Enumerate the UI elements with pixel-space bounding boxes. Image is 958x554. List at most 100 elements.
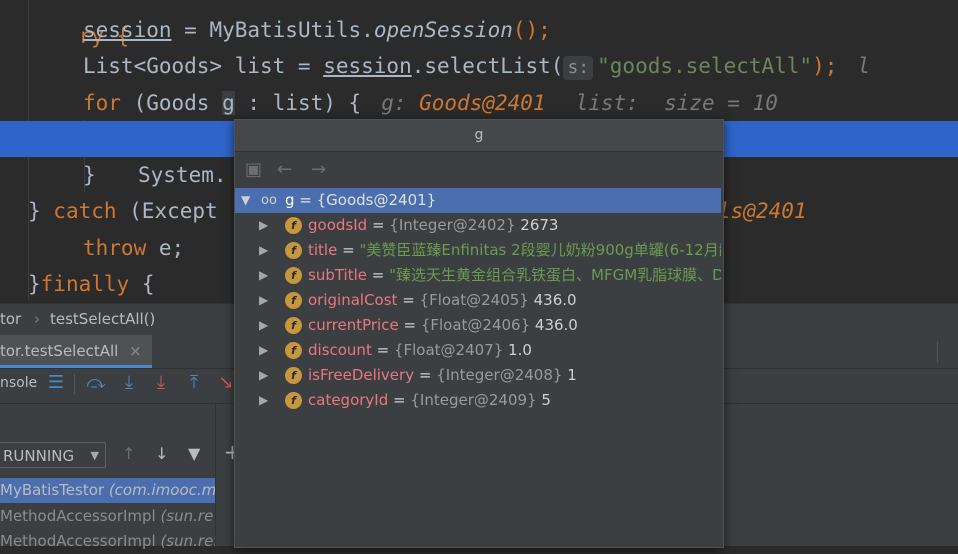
frame-row[interactable]: MethodAccessorImpl (sun.refl xyxy=(0,529,215,554)
step-out-icon[interactable]: ⤒ xyxy=(184,373,204,393)
field-type: {Integer@2408} xyxy=(436,366,563,384)
code-text: (Except xyxy=(116,199,218,223)
code-line-4[interactable]: for (Goods g : list) {g: Goods@2401 list:… xyxy=(83,85,778,121)
code-text: } xyxy=(28,199,54,223)
forward-arrow-icon[interactable]: → xyxy=(311,159,326,180)
code-line-2[interactable]: session = MyBatisUtils.openSession(); xyxy=(83,12,551,48)
up-arrow-icon[interactable]: ↑ xyxy=(122,444,135,463)
frame-class: (sun.re xyxy=(155,507,214,525)
method-name: openSession xyxy=(373,18,513,42)
tree-field-row[interactable]: ▶ f subTitle = "臻选天生黄金组合乳铁蛋白、MFGM乳脂球膜、D xyxy=(235,263,721,288)
field-label: originalCost = {Float@2405} 436.0 xyxy=(308,288,577,313)
tree-field-row[interactable]: ▶ f goodsId = {Integer@2402} 2673 xyxy=(235,213,721,238)
variable-inspector-popup[interactable]: g ▣ ← → ▼ oo g = {Goods@2401} ▶ f goodsId … xyxy=(234,119,724,548)
force-step-into-icon[interactable]: ⤓ xyxy=(151,373,171,393)
tree-field-row[interactable]: ▶ f discount = {Float@2407} 1.0 xyxy=(235,338,721,363)
field-type: {Float@2407} xyxy=(393,341,504,359)
inline-debug-value: ls@2401 xyxy=(718,199,807,223)
frame-method: MethodAccessorImpl xyxy=(0,507,156,525)
show-execution-point-icon[interactable]: ☰ xyxy=(46,373,66,393)
keyword-for: for xyxy=(83,91,121,115)
expand-icon[interactable]: ▶ xyxy=(259,288,268,313)
field-icon: f xyxy=(285,267,302,284)
code-line-6[interactable]: } xyxy=(83,157,96,193)
code-line-8[interactable]: throw e; xyxy=(83,230,184,266)
filter-icon[interactable]: ▼ xyxy=(188,444,200,463)
expand-icon[interactable]: ▶ xyxy=(259,213,268,238)
drop-frame-icon[interactable]: ↘ xyxy=(216,373,236,393)
frame-method: MyBatisTestor xyxy=(0,481,105,499)
watch-glasses-icon: oo xyxy=(261,193,277,208)
tree-field-row[interactable]: ▶ f isFreeDelivery = {Integer@2408} 1 xyxy=(235,363,721,388)
console-tab[interactable]: nsole xyxy=(0,375,37,391)
field-type: {Integer@2409} xyxy=(410,391,537,409)
field-value: "臻选天生黄金组合乳铁蛋白、MFGM乳脂球膜、D xyxy=(389,266,721,284)
breadcrumb-method[interactable]: testSelectAll() xyxy=(50,304,155,335)
field-eq: = xyxy=(398,316,421,334)
frame-row[interactable]: MyBatisTestor (com.imooc.my xyxy=(0,478,215,503)
field-icon: f xyxy=(285,242,302,259)
inline-debug-hint: l xyxy=(857,54,871,78)
code-text: (Goods xyxy=(120,91,223,115)
field-name: goodsId xyxy=(308,216,368,234)
collapse-icon[interactable]: ▼ xyxy=(241,188,250,213)
root-value: = {Goods@2401} xyxy=(294,191,437,209)
code-line-9[interactable]: }finally { xyxy=(28,266,154,302)
tree-field-row[interactable]: ▶ f title = "美赞臣蓝臻Enfinitas 2段婴儿奶粉900g单罐(6… xyxy=(235,238,721,263)
tree-root-row[interactable]: ▼ oo g = {Goods@2401} xyxy=(235,188,721,213)
expand-icon[interactable]: ▶ xyxy=(259,263,268,288)
code-line-7[interactable]: } catch (Except xyxy=(28,193,218,229)
inline-debug-value: Goods@2401 xyxy=(419,91,546,115)
popup-title[interactable]: g xyxy=(235,120,723,152)
expand-icon[interactable]: ▶ xyxy=(259,363,268,388)
expand-icon[interactable]: ▶ xyxy=(259,338,268,363)
field-label: isFreeDelivery = {Integer@2408} 1 xyxy=(308,363,577,388)
field-value: 436.0 xyxy=(533,291,577,309)
tree-field-row[interactable]: ▶ f currentPrice = {Float@2406} 436.0 xyxy=(235,313,721,338)
field-value: 1 xyxy=(567,366,577,384)
tree-field-row[interactable]: ▶ f originalCost = {Float@2405} 436.0 xyxy=(235,288,721,313)
step-into-icon[interactable]: ⤓ xyxy=(119,373,139,393)
field-eq: = xyxy=(367,266,390,284)
code-line-3[interactable]: List<Goods> list = session.selectList(s:… xyxy=(83,48,870,84)
field-value: "美赞臣蓝臻Enfinitas 2段婴儿奶粉900g单罐(6-12月龄 xyxy=(359,241,721,259)
tree-field-row[interactable]: ▶ f categoryId = {Integer@2409} 5 xyxy=(235,388,721,413)
frames-toolbar: RUNNING ▼ ↑ ↓ ▼ + xyxy=(0,436,241,474)
field-icon: f xyxy=(285,392,302,409)
field-value: 1.0 xyxy=(508,341,532,359)
field-label: discount = {Float@2407} 1.0 xyxy=(308,338,532,363)
field-name: subTitle xyxy=(308,266,367,284)
code-punct: (); xyxy=(512,18,551,42)
field-label: subTitle = "臻选天生黄金组合乳铁蛋白、MFGM乳脂球膜、D xyxy=(308,263,721,288)
root-name: g xyxy=(285,191,295,209)
code-text: : list) { xyxy=(234,91,362,115)
thread-select[interactable]: RUNNING ▼ xyxy=(0,442,106,468)
field-eq: = xyxy=(371,341,394,359)
step-over-icon[interactable]: ⤼ xyxy=(86,373,106,393)
field-name: isFreeDelivery xyxy=(308,366,415,384)
field-icon: f xyxy=(285,292,302,309)
field-eq: = xyxy=(414,366,437,384)
expand-icon[interactable]: ▶ xyxy=(259,313,268,338)
expand-icon[interactable]: ▶ xyxy=(259,388,268,413)
code-text: e; xyxy=(146,236,185,260)
field-label: goodsId = {Integer@2402} 2673 xyxy=(308,213,558,238)
field-label: currentPrice = {Float@2406} 436.0 xyxy=(308,313,578,338)
field-label: categoryId = {Integer@2409} 5 xyxy=(308,388,551,413)
inline-debug-hint: list: size = 10 xyxy=(575,91,778,115)
frame-row[interactable]: MethodAccessorImpl (sun.re xyxy=(0,504,215,529)
expand-icon[interactable]: ▶ xyxy=(259,238,268,263)
back-arrow-icon[interactable]: ← xyxy=(277,159,292,180)
field-name: categoryId xyxy=(308,391,389,409)
code-text: } xyxy=(28,272,41,296)
browse-icon[interactable]: ▣ xyxy=(245,159,262,180)
down-arrow-icon[interactable]: ↓ xyxy=(155,444,168,463)
tab-label: tor.testSelectAll xyxy=(0,342,119,360)
field-icon: f xyxy=(285,217,302,234)
close-icon[interactable]: × xyxy=(129,342,142,360)
tab-debug-session[interactable]: tor.testSelectAll × xyxy=(0,335,152,368)
divider xyxy=(937,341,938,363)
breadcrumb-class[interactable]: tor xyxy=(0,304,21,335)
field-icon: f xyxy=(285,317,302,334)
keyword-catch: catch xyxy=(53,199,117,223)
